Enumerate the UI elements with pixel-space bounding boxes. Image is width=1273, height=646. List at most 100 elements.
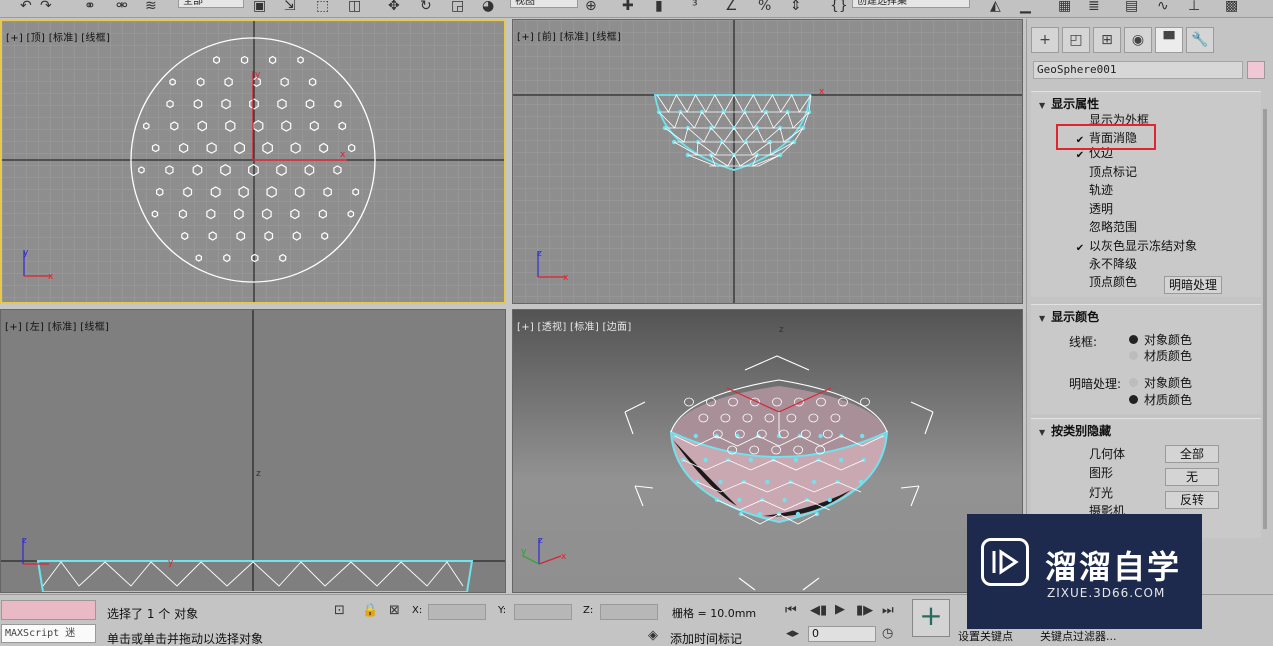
wire-material-color-radio[interactable]: 材质颜色	[1129, 348, 1192, 364]
snaps-toggle-icon[interactable]: ³	[692, 0, 698, 14]
select-manipulate-icon[interactable]: ✚	[622, 0, 634, 14]
link-icon[interactable]: ⚭	[84, 0, 96, 14]
viewport-top-label[interactable]: [+] [顶] [标准] [线框]	[6, 29, 110, 44]
modify-tab[interactable]: ◰	[1062, 27, 1090, 53]
display-properties-title: 显示属性	[1051, 97, 1100, 111]
svg-text:x: x	[561, 552, 567, 562]
layers-icon[interactable]: ≣	[1088, 0, 1100, 14]
rotate-icon[interactable]: ↻	[420, 0, 432, 14]
viewport-left-label[interactable]: [+] [左] [标准] [线框]	[5, 318, 109, 333]
checkbox-never-degrade[interactable]: 永不降级	[1075, 256, 1137, 272]
motion-tab[interactable]: ◉	[1124, 27, 1152, 53]
angle-snap-icon[interactable]: ∠	[725, 0, 738, 14]
viewport-perspective-label[interactable]: [+] [透视] [标准] [边面]	[517, 318, 632, 333]
lock-icon[interactable]: 🔒	[362, 603, 378, 618]
panel-scrollbar[interactable]	[1263, 109, 1267, 529]
maxscript-listener[interactable]: MAXScript 迷	[1, 624, 96, 643]
material-editor-icon[interactable]: ▩	[1225, 0, 1238, 14]
goto-end-icon[interactable]: ⏭	[882, 603, 894, 618]
hide-invert-button[interactable]: 反转	[1165, 491, 1219, 509]
set-key-button[interactable]: +	[912, 599, 950, 637]
move-icon[interactable]: ✥	[388, 0, 400, 14]
play-icon[interactable]: ▶	[835, 602, 845, 617]
hide-none-button[interactable]: 无	[1165, 468, 1219, 486]
curve-editor-icon[interactable]: ∿	[1157, 0, 1169, 14]
keyboard-shortcut-icon[interactable]: ▮	[655, 0, 663, 14]
time-tag-icon: ◈	[648, 628, 658, 643]
checkbox-see-through[interactable]: 透明	[1075, 201, 1113, 217]
shading-button[interactable]: 明暗处理	[1164, 276, 1222, 294]
percent-snap-icon[interactable]: %	[758, 0, 771, 14]
x-coordinate-field[interactable]	[428, 604, 486, 620]
spinner-snap-icon[interactable]: ⇕	[790, 0, 802, 14]
viewport-top[interactable]: y x y x [+] [顶] [标准] [线框]	[0, 19, 506, 304]
viewport-front[interactable]: x z x [+] [前] [标准] [线框]	[512, 19, 1023, 304]
checkbox-show-frozen-gray[interactable]: ✔ 以灰色显示冻结对象	[1075, 238, 1197, 254]
checkbox-icon	[1075, 185, 1085, 195]
redo-icon[interactable]: ↷	[40, 0, 52, 14]
checkbox-ignore-extents[interactable]: 忽略范围	[1075, 219, 1137, 235]
add-time-tag[interactable]: 添加时间标记	[670, 630, 742, 646]
hierarchy-tab[interactable]: ⊞	[1093, 27, 1121, 53]
select-by-name-icon[interactable]: ⇲	[284, 0, 296, 14]
utilities-tab[interactable]: 🔧	[1186, 27, 1214, 53]
hide-all-button[interactable]: 全部	[1165, 445, 1219, 463]
named-selection-dropdown[interactable]: 创建选择集	[852, 0, 970, 8]
checkbox-icon	[1075, 488, 1085, 498]
selection-filter-dropdown[interactable]: 全部	[178, 0, 244, 8]
checkbox-vertex-ticks[interactable]: 顶点标记	[1075, 164, 1137, 180]
checkbox-trajectory[interactable]: 轨迹	[1075, 182, 1113, 198]
layer-explorer-icon[interactable]: ▦	[1058, 0, 1071, 14]
display-properties-header[interactable]: ▼ 显示属性	[1039, 95, 1099, 112]
key-filters-button[interactable]: 关键点过滤器...	[1040, 628, 1117, 644]
display-tab[interactable]: ▀	[1155, 27, 1183, 53]
time-config-icon[interactable]: ◷	[882, 626, 893, 641]
viewport-perspective[interactable]: z z x y [+] [透视] [标准] [边面]	[512, 309, 1023, 593]
viewport-front-label[interactable]: [+] [前] [标准] [线框]	[517, 28, 621, 43]
placement-icon[interactable]: ◕	[482, 0, 494, 14]
scale-icon[interactable]: ◲	[451, 0, 464, 14]
watermark: 溜溜自学 ZIXUE.3D66.COM	[967, 514, 1202, 629]
align-icon[interactable]: ▁	[1020, 0, 1031, 14]
key-mode-icon[interactable]: ◂▸	[786, 626, 799, 641]
current-frame-field[interactable]: 0	[808, 626, 876, 642]
viewport-left[interactable]: z y z [+] [左] [标准] [线框]	[0, 309, 506, 593]
checkbox-geometry[interactable]: 几何体	[1075, 446, 1125, 462]
object-name-field[interactable]: GeoSphere001	[1033, 61, 1243, 79]
prompt-line: 单击或单击并拖动以选择对象	[107, 632, 264, 646]
checkbox-shapes[interactable]: 图形	[1075, 465, 1113, 481]
shaded-material-color-radio[interactable]: 材质颜色	[1129, 392, 1192, 408]
next-frame-icon[interactable]: ▮▶	[856, 603, 873, 618]
z-coordinate-field[interactable]	[600, 604, 658, 620]
select-object-icon[interactable]: ▣	[253, 0, 266, 14]
set-key-label[interactable]: 设置关键点	[958, 628, 1013, 644]
object-color-swatch[interactable]	[1247, 61, 1265, 79]
ribbon-icon[interactable]: ▤	[1125, 0, 1138, 14]
isolate-selection-icon[interactable]: ⊡	[334, 603, 345, 618]
unlink-icon[interactable]: ⚮	[116, 0, 128, 14]
create-tab[interactable]: +	[1031, 27, 1059, 53]
display-color-rollout: ▼ 显示颜色 线框: 对象颜色 材质颜色 明暗处理: 对象颜色 材质颜色	[1031, 304, 1261, 414]
window-crossing-icon[interactable]: ◫	[348, 0, 361, 14]
display-color-header[interactable]: ▼ 显示颜色	[1039, 308, 1099, 325]
mirror-icon[interactable]: ◭	[990, 0, 1001, 14]
hide-by-category-header[interactable]: ▼ 按类别隐藏	[1039, 422, 1111, 439]
undo-icon[interactable]: ↶	[20, 0, 32, 14]
bind-spacewarp-icon[interactable]: ≋	[145, 0, 157, 14]
perspective-view-geometry: z z x y	[521, 325, 934, 591]
pivot-center-icon[interactable]: ⊕	[585, 0, 597, 14]
previous-frame-icon[interactable]: ◀▮	[810, 603, 827, 618]
checkbox-vertex-colors[interactable]: 顶点颜色	[1075, 274, 1137, 290]
reference-coordinate-dropdown[interactable]: 视图	[510, 0, 578, 8]
edit-named-selection-icon[interactable]: {}	[830, 0, 848, 14]
left-view-geometry: z y z	[1, 310, 505, 592]
goto-start-icon[interactable]: ⏮	[785, 603, 797, 618]
y-coordinate-field[interactable]	[514, 604, 572, 620]
schematic-view-icon[interactable]: ⊥	[1188, 0, 1200, 14]
checkbox-lights[interactable]: 灯光	[1075, 485, 1113, 501]
rect-selection-icon[interactable]: ⬚	[316, 0, 329, 14]
mini-listener-field[interactable]	[1, 600, 96, 620]
shaded-object-color-radio[interactable]: 对象颜色	[1129, 375, 1192, 391]
wire-object-color-radio[interactable]: 对象颜色	[1129, 332, 1192, 348]
absolute-mode-icon[interactable]: ⊠	[389, 603, 400, 618]
